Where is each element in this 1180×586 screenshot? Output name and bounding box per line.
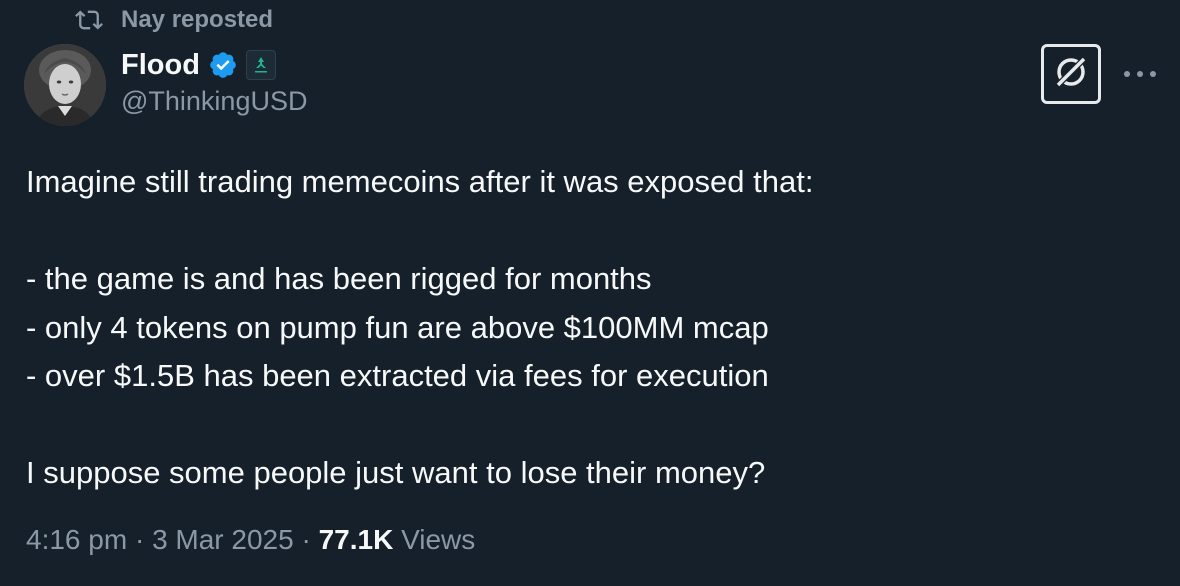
views-count[interactable]: 77.1K	[319, 524, 394, 556]
tweet-line: - over $1.5B has been extracted via fees…	[26, 358, 769, 393]
tweet-line: Imagine still trading memecoins after it…	[26, 164, 814, 199]
tweet-line: - only 4 tokens on pump fun are above $1…	[26, 309, 769, 345]
views-label: Views	[401, 524, 476, 555]
more-dots-icon	[1122, 66, 1158, 84]
grok-button[interactable]	[1041, 44, 1101, 104]
tweet-metadata: 4:16 pm · 3 Mar 2025 · 77.1K Views	[26, 524, 475, 556]
more-options-button[interactable]	[1118, 60, 1162, 90]
separator: ·	[127, 524, 153, 555]
tweet-line	[26, 207, 1146, 256]
display-name[interactable]: Flood	[121, 49, 200, 82]
tweet-line: - the game is and has been rigged for mo…	[26, 261, 652, 296]
repost-text: Nay reposted	[121, 6, 274, 33]
tweet-line	[26, 401, 1146, 450]
avatar[interactable]	[24, 44, 106, 126]
verified-badge-icon[interactable]	[208, 50, 238, 80]
tweet-time[interactable]: 4:16 pm	[26, 524, 127, 556]
tweet-date[interactable]: 3 Mar 2025	[152, 524, 294, 556]
name-row: Flood	[121, 44, 307, 86]
repost-indicator[interactable]: Nay reposted	[75, 4, 273, 36]
repost-icon	[75, 6, 103, 34]
grok-icon	[1051, 52, 1091, 97]
separator: ·	[293, 524, 319, 555]
tweet-text: Imagine still trading memecoins after it…	[26, 158, 1146, 498]
user-handle[interactable]: @ThinkingUSD	[121, 86, 307, 117]
affiliate-badge-icon[interactable]	[245, 50, 276, 80]
tweet-line: I suppose some people just want to lose …	[26, 455, 766, 490]
tweet-header: Flood @ThinkingUSD	[121, 44, 307, 117]
